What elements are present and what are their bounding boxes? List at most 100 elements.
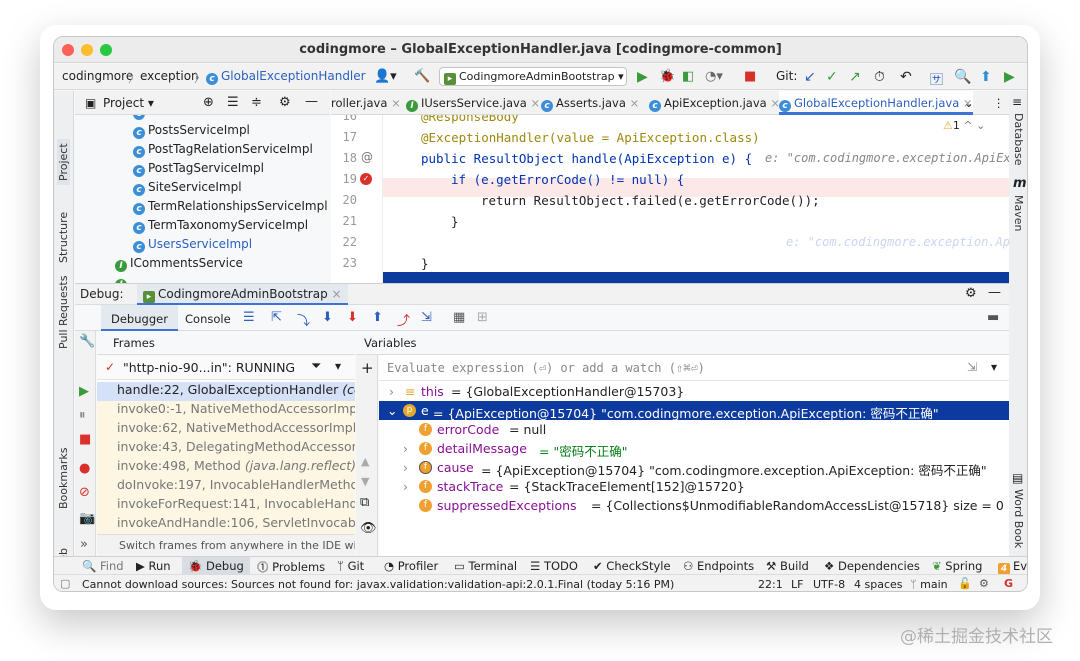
variable-row[interactable]: › f detailMessage = "密码不正确" (379, 439, 1009, 459)
frame-row[interactable]: invoke:498, Method (java.lang.reflect) (97, 458, 355, 477)
move-up-icon[interactable]: ▲ (361, 455, 369, 469)
status-message[interactable]: Cannot download sources: Sources not fou… (82, 578, 674, 591)
translate-icon[interactable]: 🈂 (930, 69, 943, 88)
file-encoding[interactable]: UTF-8 (813, 578, 845, 591)
stop-icon[interactable]: ■ (744, 69, 756, 84)
build-hammer-icon[interactable]: 🔨 (414, 69, 430, 84)
chevron-down-icon[interactable]: ⌄ (387, 403, 397, 418)
add-watch-icon[interactable]: + (361, 361, 374, 376)
plugin-icon[interactable]: ▶ (1004, 69, 1015, 85)
tool-todo[interactable]: ☰ TODO (530, 559, 578, 573)
breakpoint-icon[interactable]: ✓ (360, 173, 372, 185)
frame-row-selected[interactable]: handle:22, GlobalExceptionHandler (com (97, 382, 355, 401)
hide-panel-icon[interactable]: — (305, 94, 318, 109)
tool-dependencies[interactable]: ❖ Dependencies (824, 559, 920, 573)
thread-select[interactable]: ✓ "http-nio-90...in": RUNNING ⏷ ▾ (97, 355, 355, 380)
word-book-tool-tab[interactable]: Word Book (1012, 489, 1025, 548)
indent-setting[interactable]: 4 spaces (854, 578, 903, 591)
tab-asserts[interactable]: c Asserts.java × (541, 96, 639, 112)
more-options-icon[interactable]: ⋮ (993, 96, 1005, 110)
git-commit-icon[interactable]: ✓ (826, 69, 838, 85)
tab-roller[interactable]: roller.java × (331, 96, 401, 110)
tool-git[interactable]: ᛘ Git (337, 559, 364, 573)
tab-iusersservice[interactable]: I IUsersService.java × (406, 96, 540, 112)
previous-highlight-icon[interactable]: ^ (963, 119, 972, 132)
chevron-right-icon[interactable]: › (403, 441, 408, 456)
modify-config-icon[interactable]: 🔧 (79, 335, 95, 349)
code-editor[interactable]: 16 17 18 19 20 21 22 23 @ ✓ @ResponseBod… (331, 115, 1009, 283)
breadcrumb-class[interactable]: c GlobalExceptionHandler (206, 69, 366, 85)
tabs-overflow-icon[interactable]: ⌄ (964, 96, 974, 110)
user-icon[interactable]: 👤▾ (374, 69, 397, 84)
tree-item[interactable]: c TermTaxonomyServiceImpl (133, 218, 308, 237)
git-update-icon[interactable]: ↙ (804, 69, 816, 85)
tool-terminal[interactable]: ▭ Terminal (454, 559, 517, 573)
frame-row[interactable]: invoke0:-1, NativeMethodAccessorImpl ( (97, 401, 355, 420)
project-tool-tab[interactable]: Project (57, 139, 70, 185)
filter-icon[interactable]: ⏷ (311, 359, 321, 374)
variable-row[interactable]: f suppressedExceptions = {Collections$Un… (379, 496, 1009, 515)
run-icon[interactable]: ▶ (637, 69, 648, 85)
override-marker-icon[interactable]: @ (361, 150, 373, 164)
collapse-all-icon[interactable]: ≑ (251, 95, 262, 110)
chevron-down-icon[interactable]: ▾ (335, 359, 341, 373)
debug-session-tab[interactable]: ▸ CodingmoreAdminBootstrap × (137, 284, 348, 305)
git-history-icon[interactable]: ⏱ (874, 69, 885, 85)
evaluate-expression-input[interactable]: Evaluate expression (⏎) or add a watch (… (379, 355, 1009, 381)
pull-requests-tool-tab[interactable]: Pull Requests (57, 276, 70, 349)
breadcrumb-project[interactable]: codingmore (62, 69, 133, 83)
frame-row[interactable]: invoke:62, NativeMethodAccessorImpl ( (97, 420, 355, 439)
line-separator[interactable]: LF (791, 578, 803, 591)
tree-item[interactable]: c PostTagRelationServiceImpl (133, 142, 313, 161)
tree-item[interactable]: c PostTagServiceImpl (133, 161, 264, 180)
tool-checkstyle[interactable]: ✔ CheckStyle (593, 559, 671, 573)
stop-icon[interactable]: ■ (79, 433, 91, 447)
tab-debugger[interactable]: Debugger (101, 305, 178, 331)
view-icon[interactable]: 👁 (360, 522, 377, 536)
tab-apiexception[interactable]: c ApiException.java × (649, 96, 780, 112)
tool-endpoints[interactable]: ⚇ Endpoints (683, 559, 754, 573)
git-sync-icon[interactable]: ⚙ (979, 577, 989, 590)
inspection-warning[interactable]: ⚠1 ^ ⌄ (943, 119, 985, 132)
watch-settings-icon[interactable]: ⇲ (967, 360, 977, 374)
frame-row[interactable]: invokeAndHandle:106, ServletInvocableH (97, 515, 355, 534)
layout-settings-icon[interactable]: ▬ (987, 310, 999, 325)
variable-row[interactable]: › ≡ this = {GlobalExceptionHandler@15703… (379, 382, 1009, 401)
lock-icon[interactable]: 🔓 (958, 577, 972, 590)
camera-icon[interactable]: 📷 (79, 512, 95, 526)
tab-console[interactable]: Console (185, 312, 231, 326)
resume-icon[interactable]: ▶ (79, 385, 89, 399)
tree-item[interactable]: c TermRelationshipsServiceImpl (133, 199, 328, 218)
frame-row[interactable]: invoke:43, DelegatingMethodAccessorIn (97, 439, 355, 458)
tab-globalexceptionhandler[interactable]: c GlobalExceptionHandler.java × (779, 91, 973, 115)
variable-row[interactable]: f errorCode = null (379, 420, 1009, 439)
settings-gear-icon[interactable]: ⚙ (965, 286, 977, 301)
variable-row-selected[interactable]: ⌄ p e = {ApiException@15704} "com.coding… (379, 401, 1009, 421)
hide-panel-icon[interactable]: — (988, 285, 1001, 300)
move-down-icon[interactable]: ▼ (361, 475, 369, 489)
expand-all-icon[interactable]: ☰ (227, 95, 239, 110)
debug-icon[interactable]: 🐞 (659, 69, 675, 84)
update-icon[interactable]: ⬆ (980, 69, 992, 85)
copy-icon[interactable]: ⧉ (360, 496, 369, 510)
database-tool-tab[interactable]: Database (1012, 113, 1025, 166)
layout-menu-icon[interactable]: ☰ (243, 310, 255, 325)
close-icon[interactable]: × (391, 96, 401, 110)
run-to-cursor-icon[interactable]: ⇲ (421, 310, 432, 325)
pause-icon[interactable]: ⏸ (79, 409, 86, 423)
chevron-right-icon[interactable]: › (403, 460, 408, 475)
tool-build[interactable]: ⚒ Build (766, 559, 809, 573)
mute-breakpoints-icon[interactable]: ⊘ (79, 486, 90, 500)
tree-item[interactable]: c SiteServiceImpl (133, 180, 242, 199)
structure-tool-tab[interactable]: Structure (57, 212, 70, 263)
step-into-icon[interactable]: ⬇ (322, 310, 333, 325)
coverage-icon[interactable]: ◧ (682, 69, 694, 84)
locate-file-icon[interactable]: ⊕ (203, 95, 214, 110)
force-step-into-icon[interactable]: ⬇ (347, 310, 358, 325)
profile-icon[interactable]: ◔▾ (705, 69, 723, 84)
more-icon[interactable]: » (80, 538, 88, 552)
tool-profiler[interactable]: ◔ Profiler (384, 559, 438, 573)
tool-problems[interactable]: ⓵ Problems (257, 559, 325, 575)
frame-row[interactable]: doInvoke:197, InvocableHandlerMethod (97, 477, 355, 496)
chevron-down-icon[interactable]: ▾ (991, 360, 997, 374)
